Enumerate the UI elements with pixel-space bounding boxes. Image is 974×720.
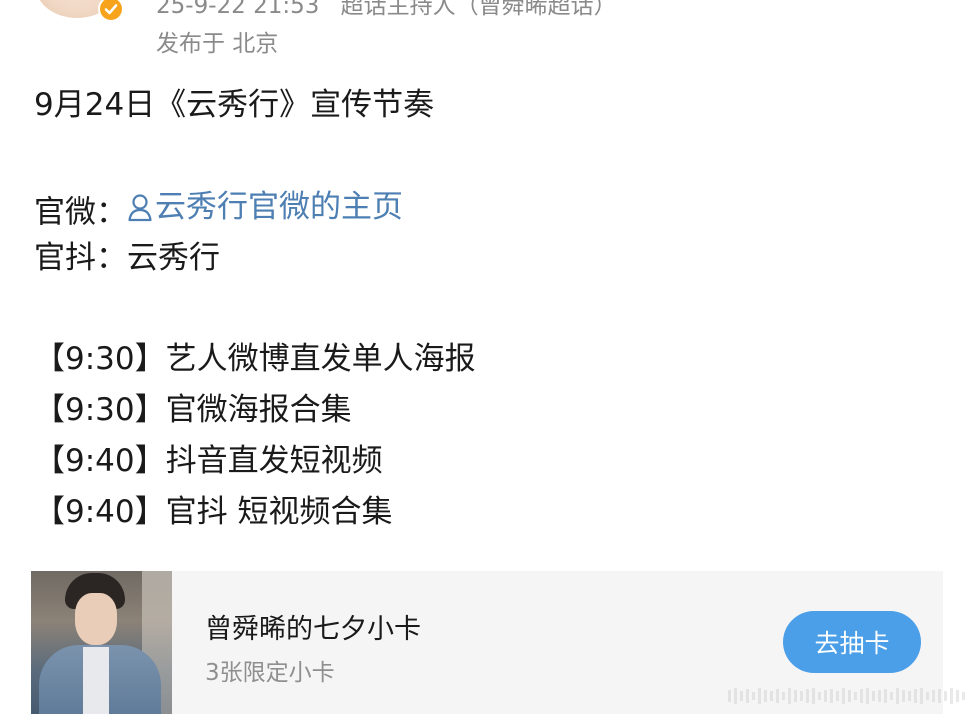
post-source[interactable]: 超话主持人（曾舜晞超话） bbox=[341, 0, 617, 19]
guanwei-link[interactable]: 云秀行官微的主页 bbox=[127, 192, 403, 223]
person-icon bbox=[128, 193, 152, 221]
thumbnail-shirt bbox=[83, 647, 109, 714]
schedule-time: 【9:40】 bbox=[34, 494, 166, 530]
guanwei-line: 官微： 云秀行官微的主页 bbox=[34, 192, 403, 229]
schedule-text: 官抖 短视频合集 bbox=[165, 494, 393, 530]
schedule-time: 【9:30】 bbox=[34, 392, 166, 428]
schedule-text: 艺人微博直发单人海报 bbox=[165, 341, 476, 377]
post-header: 25-9-22 21:53 超话主持人（曾舜晞超话） 发布于 北京 bbox=[0, 0, 974, 60]
schedule-time: 【9:40】 bbox=[34, 443, 166, 479]
schedule-text: 抖音直发短视频 bbox=[165, 443, 383, 479]
schedule-item: 【9:40】官抖 短视频合集 bbox=[34, 497, 392, 528]
draw-card-button[interactable]: 去抽卡 bbox=[783, 611, 921, 673]
guanwei-link-text: 云秀行官微的主页 bbox=[155, 189, 403, 225]
guandou-label: 官抖： bbox=[34, 240, 127, 276]
card-title: 曾舜晞的七夕小卡 bbox=[205, 614, 421, 645]
post-title: 9月24日《云秀行》宣传节奏 bbox=[34, 87, 435, 123]
post-meta: 25-9-22 21:53 超话主持人（曾舜晞超话） bbox=[156, 0, 631, 20]
post-timestamp: 25-9-22 21:53 bbox=[156, 0, 320, 19]
schedule-item: 【9:40】抖音直发短视频 bbox=[34, 446, 383, 477]
schedule-time: 【9:30】 bbox=[34, 341, 166, 377]
guandou-line: 官抖：云秀行 bbox=[34, 243, 220, 274]
thumbnail-face bbox=[75, 593, 117, 645]
verified-badge-icon bbox=[98, 0, 124, 22]
schedule-item: 【9:30】艺人微博直发单人海报 bbox=[34, 344, 476, 375]
watermark-pattern bbox=[728, 688, 965, 704]
card-thumbnail-image bbox=[31, 571, 172, 714]
guanwei-label: 官微： bbox=[34, 194, 127, 231]
schedule-item: 【9:30】官微海报合集 bbox=[34, 395, 352, 426]
schedule-text: 官微海报合集 bbox=[165, 392, 352, 428]
card-subtitle: 3张限定小卡 bbox=[205, 660, 335, 686]
guandou-value: 云秀行 bbox=[127, 240, 220, 276]
weibo-post-page: 25-9-22 21:53 超话主持人（曾舜晞超话） 发布于 北京 9月24日《… bbox=[0, 0, 974, 720]
post-location: 发布于 北京 bbox=[156, 31, 279, 57]
